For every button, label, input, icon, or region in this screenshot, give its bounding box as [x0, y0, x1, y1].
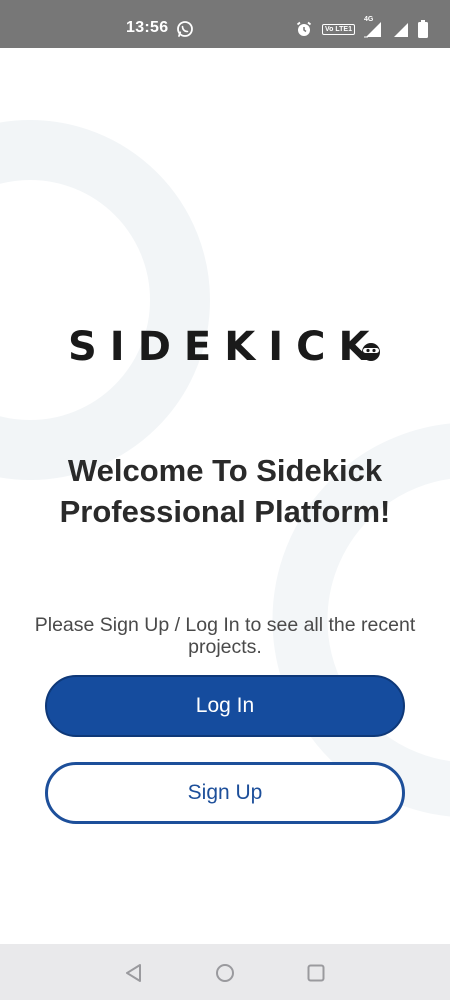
alarm-icon	[296, 21, 312, 36]
navigation-bar	[0, 944, 450, 1000]
volte-icon: Vo LTE1	[322, 23, 355, 35]
status-time: 13:56	[126, 19, 169, 36]
network-type-label: 4G	[364, 16, 374, 23]
battery-icon	[418, 20, 428, 38]
signal-icon: 4G	[364, 16, 384, 38]
back-triangle-icon[interactable]	[123, 962, 145, 984]
signup-button-label: Sign Up	[187, 781, 263, 804]
mascot-face-icon	[362, 343, 380, 361]
welcome-title: Welcome To Sidekick Professional Platfor…	[20, 450, 430, 532]
login-button-label: Log In	[195, 694, 255, 717]
sidekick-logo: SIDEKICK	[68, 326, 382, 366]
welcome-title-line1: Welcome To Sidekick	[67, 453, 383, 488]
wifi-signal-icon	[394, 23, 408, 37]
welcome-title-line2: Professional Platform!	[59, 494, 391, 529]
login-button[interactable]: Log In	[45, 675, 405, 737]
home-circle-icon[interactable]	[214, 962, 236, 984]
logo-text: SIDEKICK	[68, 326, 382, 366]
instruction-text: Please Sign Up / Log In to see all the r…	[34, 614, 416, 658]
status-bar: 13:56 Vo LTE1 4G	[0, 0, 450, 48]
status-icons: Vo LTE1 4G	[295, 16, 428, 39]
recents-square-icon[interactable]	[305, 962, 327, 984]
app-screen: 13:56 Vo LTE1 4G SIDEKICK Welcome To Sid…	[0, 0, 450, 1000]
whatsapp-icon	[177, 21, 193, 37]
signup-button[interactable]: Sign Up	[45, 762, 405, 824]
